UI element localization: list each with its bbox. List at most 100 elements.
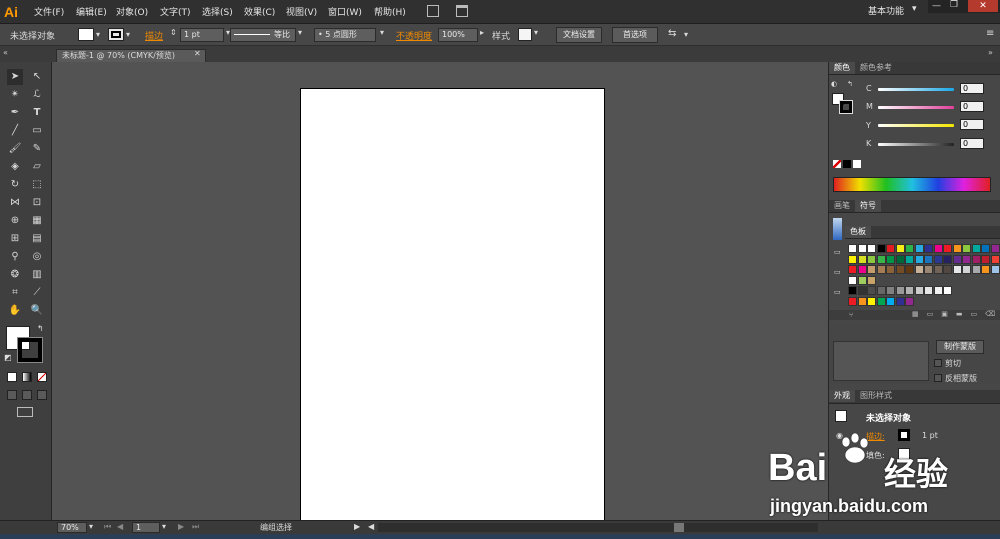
magic-wand-tool-icon[interactable]: ✴ <box>7 87 23 103</box>
channel-c-slider[interactable] <box>878 88 954 91</box>
symbol-sprayer-tool-icon[interactable]: ❂ <box>7 267 23 283</box>
swatch-chip[interactable] <box>876 286 886 295</box>
swatch-chip[interactable] <box>886 286 895 295</box>
zoom-tool-icon[interactable]: 🔍 <box>29 303 45 319</box>
invert-mask-checkbox[interactable] <box>934 374 942 382</box>
swatch-chip[interactable] <box>886 265 895 274</box>
selection-tool-icon[interactable]: ➤ <box>7 69 23 85</box>
menu-object[interactable]: 对象(O) <box>116 5 148 18</box>
swatch-chip[interactable] <box>886 244 895 253</box>
swatch-chip[interactable] <box>933 286 943 295</box>
swatch-chip[interactable] <box>981 254 990 264</box>
swatch-chip[interactable] <box>971 254 981 264</box>
channel-k-value[interactable]: 0 <box>960 138 984 149</box>
graphic-style-swatch[interactable] <box>518 28 532 41</box>
bridge-icon[interactable] <box>427 5 439 17</box>
swatch-chip[interactable] <box>962 254 971 264</box>
swatch-chip[interactable] <box>981 265 990 274</box>
channel-m-value[interactable]: 0 <box>960 101 984 112</box>
swatch-chip[interactable] <box>886 254 895 264</box>
channel-k-slider[interactable] <box>878 143 954 146</box>
swatch-chip[interactable] <box>857 265 867 274</box>
channel-m-slider[interactable] <box>878 106 954 109</box>
swatch-chip[interactable] <box>848 244 857 253</box>
draw-inside-icon[interactable] <box>37 390 47 400</box>
swatch-chip[interactable] <box>857 286 867 295</box>
tab-symbols[interactable]: 符号 <box>855 200 881 212</box>
prev-artboard-icon[interactable]: ◀ <box>117 522 123 531</box>
pencil-tool-icon[interactable]: ✎ <box>29 141 45 157</box>
brush-panel-icon[interactable] <box>833 218 842 240</box>
swatch-chip[interactable] <box>905 244 914 253</box>
line-tool-icon[interactable]: ╱ <box>7 123 23 139</box>
swatch-chip[interactable] <box>857 296 867 306</box>
swatch-chip[interactable] <box>971 244 981 253</box>
swatch-library-icon[interactable]: ⑂ <box>849 311 865 319</box>
channel-c-value[interactable]: 0 <box>960 83 984 94</box>
swatch-chip[interactable] <box>943 244 952 253</box>
draw-normal-icon[interactable] <box>7 390 17 400</box>
control-panel-menu-icon[interactable]: ≡ <box>986 28 994 39</box>
swatch-folder-icon-2[interactable]: ▭ <box>834 268 841 276</box>
swatch-chip[interactable] <box>990 244 1000 253</box>
black-color-chip[interactable] <box>843 160 851 168</box>
swatch-chip[interactable] <box>876 254 886 264</box>
swatch-chip[interactable] <box>857 254 867 264</box>
opacity-label[interactable]: 不透明度 <box>396 29 432 42</box>
swatch-chip[interactable] <box>962 244 971 253</box>
swatch-chip[interactable] <box>867 254 876 264</box>
shape-builder-tool-icon[interactable]: ⊕ <box>7 213 23 229</box>
swatch-chip[interactable] <box>914 244 924 253</box>
fill-swatch[interactable] <box>78 28 94 41</box>
slice-tool-icon[interactable]: ⟋ <box>29 285 45 301</box>
gradient-tool-icon[interactable]: ▤ <box>29 231 45 247</box>
channel-y-value[interactable]: 0 <box>960 119 984 130</box>
fill-dropdown-icon[interactable]: ▾ <box>96 30 100 39</box>
swatch-chip[interactable] <box>857 275 867 285</box>
eyedropper-tool-icon[interactable]: ⚲ <box>7 249 23 265</box>
swatch-chip[interactable] <box>933 265 943 274</box>
swatch-chip[interactable] <box>867 296 876 306</box>
swatch-chip[interactable] <box>867 275 876 285</box>
preferences-button[interactable]: 首选项 <box>612 27 658 43</box>
gradient-mode-icon[interactable] <box>22 372 32 382</box>
swatch-chip[interactable] <box>981 244 990 253</box>
swatch-chip[interactable] <box>952 254 962 264</box>
opacity-dropdown-icon[interactable]: ▸ <box>480 28 484 37</box>
free-transform-tool-icon[interactable]: ⊡ <box>29 195 45 211</box>
stroke-dropdown-icon[interactable]: ▾ <box>126 30 130 39</box>
appearance-stroke-swatch[interactable] <box>898 429 910 441</box>
minimize-icon[interactable]: — <box>932 1 941 11</box>
blend-tool-icon[interactable]: ◎ <box>29 249 45 265</box>
perspective-grid-tool-icon[interactable]: ▦ <box>29 213 45 229</box>
swatch-chip[interactable] <box>933 254 943 264</box>
brush-dropdown-icon[interactable]: ▾ <box>380 28 384 37</box>
swatch-chip[interactable] <box>895 254 905 264</box>
swatch-chip[interactable] <box>895 244 905 253</box>
screen-mode-icon[interactable] <box>17 407 33 417</box>
swatch-chip[interactable] <box>905 296 914 306</box>
swatch-chip[interactable] <box>914 286 924 295</box>
scroll-left-icon[interactable]: ◀ <box>368 522 374 531</box>
channel-y-slider[interactable] <box>878 124 954 127</box>
swatch-chip[interactable] <box>876 244 886 253</box>
swatch-chip[interactable] <box>848 254 857 264</box>
menu-effect[interactable]: 效果(C) <box>244 5 275 18</box>
swatch-chip[interactable] <box>971 265 981 274</box>
swap-fill-stroke-icon[interactable]: ↰ <box>37 324 44 333</box>
mesh-tool-icon[interactable]: ⊞ <box>7 231 23 247</box>
type-tool-icon[interactable]: T <box>29 105 45 121</box>
zoom-dropdown-icon[interactable]: ▾ <box>89 522 93 531</box>
stroke-weight-field[interactable]: 1 pt <box>180 28 224 42</box>
hand-tool-icon[interactable]: ✋ <box>7 303 23 319</box>
style-dropdown-icon[interactable]: ▾ <box>534 28 538 37</box>
swatch-chip[interactable] <box>943 286 952 295</box>
swatch-chip[interactable] <box>848 296 857 306</box>
menu-edit[interactable]: 编辑(E) <box>76 5 107 18</box>
swap-color-icon[interactable]: ↰ <box>847 80 853 88</box>
arrange-documents-icon[interactable] <box>456 5 468 17</box>
swatch-chip[interactable] <box>905 286 914 295</box>
stroke-color-box[interactable] <box>17 337 43 363</box>
next-artboard-icon[interactable]: ▶ <box>178 522 184 531</box>
menu-file[interactable]: 文件(F) <box>34 5 64 18</box>
